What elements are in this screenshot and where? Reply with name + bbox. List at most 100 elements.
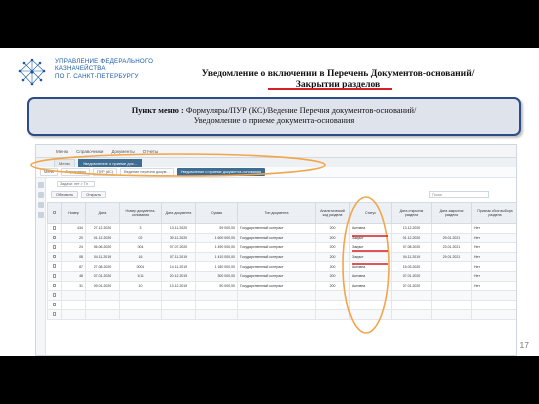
- table-cell: [349, 299, 392, 311]
- table-cell: 23.01.2021: [431, 242, 472, 253]
- row-checkbox[interactable]: [52, 312, 57, 316]
- table-cell: 1/11: [119, 270, 162, 282]
- menubar-item-reports[interactable]: Отчеты: [143, 149, 159, 154]
- table-cell: 07.01.2020: [391, 280, 432, 292]
- column-header[interactable]: Дата открытия раздела: [391, 202, 432, 224]
- menubar-item-menu[interactable]: Меню: [56, 149, 68, 154]
- table-cell: Государственный контракт: [237, 261, 316, 272]
- table-row[interactable]: [47, 299, 516, 311]
- row-select-cell: [47, 290, 62, 301]
- table-cell: [431, 261, 472, 272]
- column-header[interactable]: Дата закрытия раздела: [431, 202, 472, 224]
- table-cell: 10: [119, 280, 162, 292]
- column-header[interactable]: Номер документа-основания: [119, 202, 162, 224]
- column-header[interactable]: Тип документа: [237, 202, 316, 224]
- select-all-checkbox[interactable]: [52, 210, 57, 214]
- table-cell: [161, 290, 196, 301]
- table-cell: [119, 290, 162, 301]
- toolbar: Обновить Открыть: [51, 191, 107, 198]
- nav-help-icon[interactable]: [38, 212, 44, 218]
- table-cell: 31: [61, 280, 86, 292]
- column-header-select[interactable]: [47, 202, 62, 224]
- table-row[interactable]: [47, 290, 516, 301]
- breadcrumb-menu[interactable]: Меню: [40, 168, 59, 176]
- documents-table: Номер Дата Номер документа-основания Дат…: [47, 202, 516, 320]
- table-cell: Закрыт: [349, 251, 392, 263]
- table-cell: Активна: [349, 223, 392, 234]
- row-checkbox[interactable]: [52, 245, 57, 249]
- nav-settings-icon[interactable]: [38, 202, 44, 208]
- table-cell: 04.11.2019: [85, 251, 120, 263]
- table-cell: [391, 309, 432, 320]
- row-checkbox[interactable]: [52, 235, 57, 240]
- breadcrumb-pur[interactable]: ПУР (КС): [92, 168, 118, 176]
- row-checkbox[interactable]: [52, 293, 57, 297]
- column-header[interactable]: Статус: [349, 202, 392, 224]
- table-row[interactable]: 87 27.08.2020 0001 14.11.2019 1 180 000,00 Го…: [47, 261, 516, 272]
- nav-docs-icon[interactable]: [38, 192, 44, 198]
- row-checkbox[interactable]: [52, 226, 57, 230]
- column-header[interactable]: Аналитический код раздела: [315, 202, 350, 224]
- table-row[interactable]: 48 07.01.2020 1/11 20.12.2019 300 000,00 Госу…: [47, 270, 516, 282]
- table-row[interactable]: 20 01.12.2020 02 30.11.2020 1 600 000,00 Госу…: [47, 232, 516, 244]
- refresh-button[interactable]: Обновить: [51, 191, 79, 198]
- organization-name: УПРАВЛЕНИЕ ФЕДЕРАЛЬНОГО КАЗНАЧЕЙСТВА ПО …: [55, 58, 154, 80]
- breadcrumb-notification[interactable]: Уведомление о приеме документа-основания: [176, 168, 266, 176]
- table-cell: Государственный контракт: [237, 251, 316, 263]
- table-cell: [161, 309, 196, 320]
- table-cell: 14.11.2019: [161, 261, 196, 272]
- column-header[interactable]: Признак сбоя выбора раздела: [471, 202, 516, 224]
- row-checkbox[interactable]: [52, 274, 57, 278]
- table-cell: 29.01.2021: [431, 232, 472, 244]
- table-cell: [195, 309, 238, 320]
- table-row[interactable]: 31 09.01.2020 10 13.12.2019 50 000,00 Государ…: [47, 280, 516, 292]
- open-button[interactable]: Открыть: [81, 191, 107, 198]
- left-nav: [36, 178, 46, 355]
- table-row[interactable]: 08 04.11.2019 16 07.11.2019 1 410 000,00 Госу…: [47, 251, 516, 263]
- table-cell: [391, 290, 432, 301]
- tab-menu[interactable]: Меню: [54, 159, 75, 167]
- tab-notification[interactable]: Уведомление о приеме док...: [77, 159, 142, 167]
- table-cell: 13.12.2019: [161, 280, 196, 292]
- column-header[interactable]: Сумма: [195, 202, 238, 224]
- table-cell: [431, 299, 472, 311]
- table-row[interactable]: [47, 309, 516, 320]
- table-cell: [237, 290, 316, 301]
- row-checkbox[interactable]: [52, 254, 57, 259]
- row-checkbox[interactable]: [52, 302, 57, 307]
- table-cell: 01.12.2020: [85, 232, 120, 244]
- table-cell: Нет: [471, 280, 516, 292]
- filter-field[interactable]: Задачи: нет > Тл: [57, 181, 95, 187]
- nav-home-icon[interactable]: [38, 182, 44, 188]
- table-cell: Нет: [471, 251, 516, 263]
- table-cell: 13.11.2020: [161, 223, 196, 234]
- row-select-cell: [47, 261, 62, 272]
- row-checkbox[interactable]: [52, 283, 57, 288]
- breadcrumb-forms[interactable]: Формуляры: [61, 168, 90, 176]
- table-cell: [471, 309, 516, 320]
- row-select-cell: [47, 223, 62, 234]
- column-header[interactable]: Дата документа: [161, 202, 196, 224]
- table-row[interactable]: 434 27.12.2020 3 13.11.2020 59 000,00 Государ…: [47, 223, 516, 234]
- table-cell: 200: [315, 242, 350, 253]
- table-cell: 29.01.2021: [431, 251, 472, 263]
- table-row[interactable]: 24 06.06.2020 004 07.07.2020 1 490 000,00 Гос…: [47, 242, 516, 253]
- table-cell: 0001: [119, 261, 162, 272]
- column-header[interactable]: Дата: [85, 202, 120, 224]
- menubar-item-documents[interactable]: Документы: [111, 149, 134, 154]
- breadcrumb-register[interactable]: Ведение перечня докум...: [120, 168, 174, 176]
- table-cell: 08: [61, 251, 86, 263]
- table-cell: [119, 299, 162, 311]
- table-cell: 07.11.2019: [161, 251, 196, 263]
- table-cell: 02: [119, 232, 162, 244]
- app-screenshot: Меню Справочники Документы Отчеты Меню У…: [35, 144, 517, 356]
- table-cell: 1 490 000,00: [195, 242, 238, 253]
- table-cell: 07.08.2020: [391, 242, 432, 253]
- table-cell: 200: [315, 270, 350, 282]
- column-header[interactable]: Номер: [61, 202, 86, 224]
- row-select-cell: [47, 270, 62, 282]
- table-cell: 1 180 000,00: [195, 261, 238, 272]
- menubar-item-references[interactable]: Справочники: [76, 149, 103, 154]
- row-checkbox[interactable]: [52, 264, 57, 268]
- search-input[interactable]: Поиск: [429, 191, 489, 198]
